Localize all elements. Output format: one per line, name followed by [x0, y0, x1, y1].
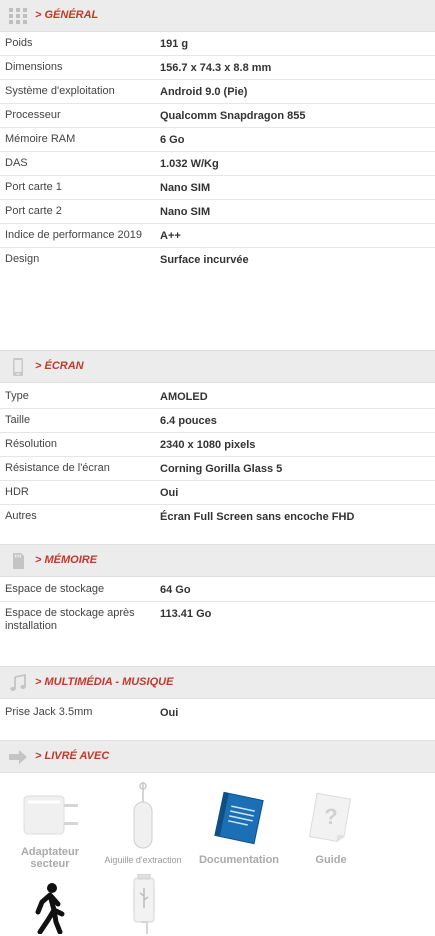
- spec-label: Prise Jack 3.5mm: [5, 706, 93, 718]
- spec-row: Espace de stockage 64 Go: [0, 578, 435, 602]
- spec-value: 113.41 Go: [160, 608, 212, 620]
- usb-cable-icon: [133, 874, 155, 934]
- svg-text:?: ?: [324, 804, 337, 829]
- spec-row: Port carte 1 Nano SIM: [0, 176, 435, 200]
- spec-row: Design Surface incurvée: [0, 248, 435, 272]
- section-title-multimedia: > MULTIMÉDIA - MUSIQUE: [35, 676, 174, 688]
- spec-row: HDR Oui: [0, 481, 435, 505]
- spec-row: Espace de stockage après installation 113…: [0, 602, 435, 642]
- spec-label: Espace de stockage: [5, 583, 105, 595]
- spec-value: 191 g: [160, 38, 189, 50]
- spec-row: Port carte 2 Nano SIM: [0, 200, 435, 224]
- power-adapter-icon: [23, 795, 78, 835]
- accessory-item: Adaptateur secteur: [14, 790, 86, 870]
- spec-value: A++: [160, 230, 181, 242]
- spec-value: 1.032 W/Kg: [160, 158, 219, 170]
- spec-value: Qualcomm Snapdragon 855: [160, 110, 306, 122]
- spec-value: 2340 x 1080 pixels: [160, 439, 256, 451]
- spec-row: Indice de performance 2019 A++: [0, 224, 435, 248]
- spec-label: Espace de stockage après installation: [5, 607, 135, 632]
- accessory-label: Aiguille d'extraction: [104, 855, 182, 865]
- spec-row: Résistance de l'écran Corning Gorilla Gla…: [0, 457, 435, 481]
- music-note-icon: [10, 674, 26, 691]
- spec-value: Android 9.0 (Pie): [160, 86, 248, 98]
- spec-value: 156.7 x 74.3 x 8.8 mm: [160, 62, 272, 74]
- arrow-right-icon: [9, 750, 27, 764]
- spec-value: Corning Gorilla Glass 5: [160, 463, 283, 475]
- accessory-item: [124, 874, 164, 934]
- section-header-memoire: > MÉMOIRE: [0, 544, 435, 577]
- section-header-multimedia: > MULTIMÉDIA - MUSIQUE: [0, 666, 435, 699]
- section-title-general: > GÉNÉRAL: [35, 9, 99, 21]
- spec-row: Résolution 2340 x 1080 pixels: [0, 433, 435, 457]
- spec-row: Système d'exploitation Android 9.0 (Pie): [0, 80, 435, 104]
- spec-label: Indice de performance 2019: [5, 229, 142, 241]
- accessory-item: Aiguille d'extraction: [100, 780, 186, 870]
- spec-label: Résolution: [5, 438, 57, 450]
- spec-value: Surface incurvée: [160, 254, 249, 266]
- spec-label: Dimensions: [5, 61, 63, 73]
- spec-value: 64 Go: [160, 584, 191, 596]
- spec-value: Nano SIM: [160, 206, 211, 218]
- accessory-item: Documentation: [194, 790, 284, 870]
- spec-label: Autres: [5, 510, 37, 522]
- spec-row: Taille 6.4 pouces: [0, 409, 435, 433]
- section-header-general: > GÉNÉRAL: [0, 0, 435, 32]
- walking-person-icon: [35, 883, 65, 934]
- spec-row: Prise Jack 3.5mm Oui: [0, 701, 435, 725]
- accessory-label: Adaptateur secteur: [20, 846, 80, 870]
- spec-value: Nano SIM: [160, 182, 211, 194]
- phone-icon: [13, 358, 23, 376]
- spec-row: Mémoire RAM 6 Go: [0, 128, 435, 152]
- section-header-livre: > LIVRÉ AVEC: [0, 740, 435, 773]
- accessory-item: [20, 876, 80, 934]
- spec-label: Design: [5, 253, 40, 265]
- spec-label: Mémoire RAM: [5, 133, 76, 145]
- spec-label: Taille: [5, 414, 31, 426]
- section-title-livre: > LIVRÉ AVEC: [35, 750, 110, 762]
- guide-icon: ?: [308, 792, 352, 842]
- spec-label: Résistance de l'écran: [5, 462, 110, 474]
- spec-row: DAS 1.032 W/Kg: [0, 152, 435, 176]
- spec-label: Port carte 2: [5, 205, 62, 217]
- accessory-item: ? Guide: [296, 790, 366, 870]
- section-title-ecran: > ÉCRAN: [35, 360, 84, 372]
- spec-row: Processeur Qualcomm Snapdragon 855: [0, 104, 435, 128]
- grid-icon: [9, 8, 27, 24]
- spec-row: Dimensions 156.7 x 74.3 x 8.8 mm: [0, 56, 435, 80]
- section-title-memoire: > MÉMOIRE: [35, 554, 98, 566]
- spec-label: Système d'exploitation: [5, 85, 115, 97]
- spec-label: Processeur: [5, 109, 61, 121]
- spec-label: DAS: [5, 157, 28, 169]
- spec-label: HDR: [5, 486, 29, 498]
- spec-value: AMOLED: [160, 391, 208, 403]
- memory-card-icon: [13, 553, 24, 569]
- spec-value: Écran Full Screen sans encoche FHD: [160, 511, 355, 523]
- documentation-icon: [214, 791, 264, 845]
- section-header-ecran: > ÉCRAN: [0, 350, 435, 383]
- spec-row: Type AMOLED: [0, 385, 435, 409]
- spec-value: 6 Go: [160, 134, 185, 146]
- spec-label: Port carte 1: [5, 181, 62, 193]
- sim-ejector-icon: [133, 782, 153, 849]
- spec-label: Type: [5, 390, 29, 402]
- accessory-label: Documentation: [198, 854, 280, 866]
- spec-value: Oui: [160, 707, 179, 719]
- spec-value: Oui: [160, 487, 179, 499]
- accessory-label: Guide: [315, 854, 347, 866]
- spec-label: Poids: [5, 37, 33, 49]
- spec-row: Autres Écran Full Screen sans encoche FHD: [0, 505, 435, 529]
- spec-row: Poids 191 g: [0, 32, 435, 56]
- spec-value: 6.4 pouces: [160, 415, 217, 427]
